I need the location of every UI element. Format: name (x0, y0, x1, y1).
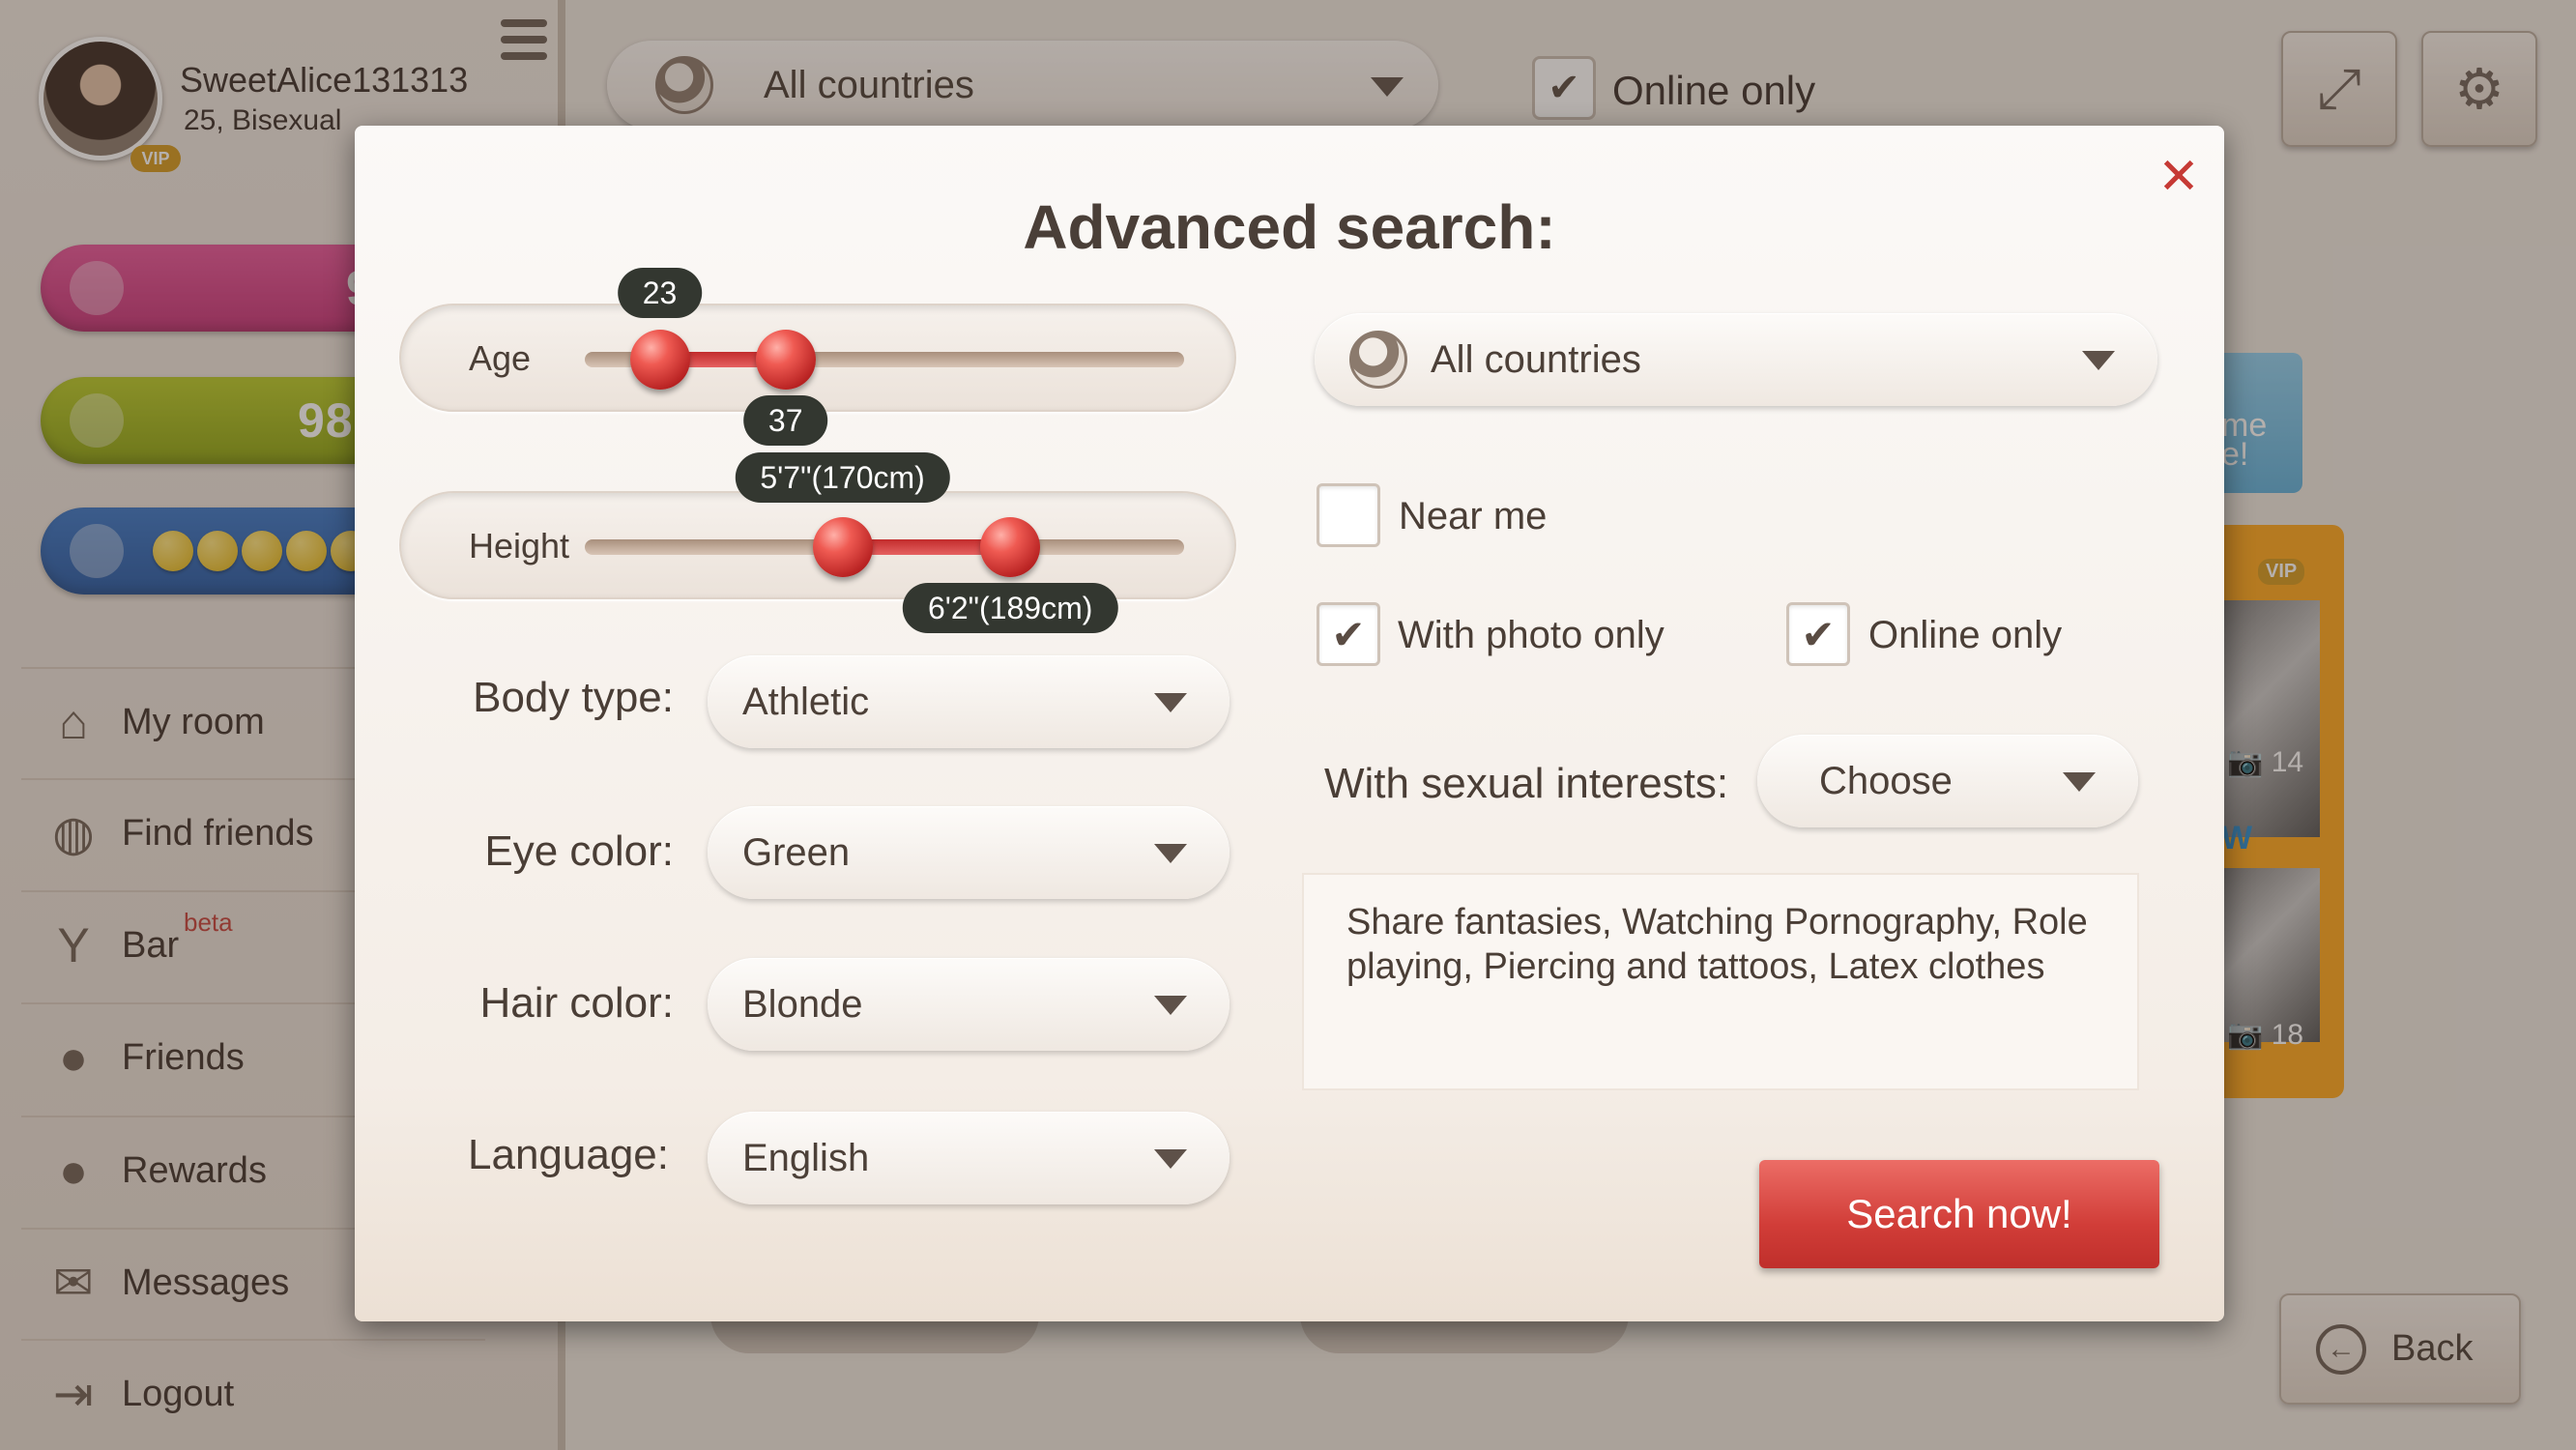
close-button[interactable]: ✕ (2153, 149, 2205, 205)
body-type-select[interactable]: Athletic (708, 655, 1230, 748)
age-max-handle[interactable] (755, 330, 816, 390)
country-select[interactable]: All countries (1315, 313, 2157, 406)
online-only-modal-label: Online only (1868, 614, 2063, 656)
advanced-search-dialog: Advanced search: ✕ Age 23 37 Height 5'7"… (355, 126, 2224, 1321)
search-now-button[interactable]: Search now! (1759, 1160, 2159, 1268)
sexual-interests-value: Choose (1819, 759, 1953, 802)
age-max-value: 37 (742, 395, 828, 446)
height-label: Height (469, 526, 570, 566)
sexual-interests-select[interactable]: Choose (1757, 735, 2138, 827)
age-slider: Age 23 37 (399, 268, 1236, 446)
language-select[interactable]: English (708, 1112, 1230, 1204)
age-track[interactable]: 23 37 (585, 268, 1184, 446)
chevron-down-icon (1154, 844, 1187, 863)
hair-color-label: Hair color: (479, 979, 675, 1027)
chevron-down-icon (1154, 996, 1187, 1015)
chevron-down-icon (2063, 772, 2096, 792)
language-value: English (742, 1136, 870, 1179)
globe-icon (1349, 331, 1407, 389)
height-min-value: 5'7"(170cm) (735, 452, 950, 503)
sexual-interests-label: With sexual interests: (1324, 760, 1729, 807)
near-me-checkbox[interactable] (1317, 483, 1380, 547)
body-type-label: Body type: (473, 674, 674, 721)
height-track[interactable]: 5'7"(170cm) 6'2"(189cm) (585, 452, 1184, 633)
height-max-handle[interactable] (980, 517, 1041, 577)
height-min-handle[interactable] (812, 517, 873, 577)
body-type-value: Athletic (742, 680, 870, 723)
with-photo-label: With photo only (1398, 614, 1664, 656)
chevron-down-icon (1154, 693, 1187, 712)
country-value: All countries (1431, 337, 1641, 381)
checkmark-icon: ✔ (1331, 611, 1366, 657)
near-me-label: Near me (1399, 495, 1548, 537)
eye-color-select[interactable]: Green (708, 806, 1230, 899)
with-photo-checkbox[interactable]: ✔ (1317, 602, 1380, 666)
hair-color-value: Blonde (742, 982, 863, 1026)
eye-color-label: Eye color: (484, 827, 674, 875)
age-label: Age (469, 338, 532, 378)
chevron-down-icon (1154, 1149, 1187, 1169)
language-label: Language: (468, 1131, 669, 1178)
age-min-value: 23 (617, 268, 703, 318)
chevron-down-icon (2082, 351, 2115, 370)
hair-color-select[interactable]: Blonde (708, 958, 1230, 1051)
dialog-title: Advanced search: (1023, 192, 1556, 262)
close-icon: ✕ (2157, 149, 2200, 205)
checkmark-icon: ✔ (1801, 611, 1836, 657)
age-min-handle[interactable] (629, 330, 690, 390)
height-max-value: 6'2"(189cm) (902, 583, 1118, 633)
online-only-modal-checkbox[interactable]: ✔ (1786, 602, 1850, 666)
selected-interests-text: Share fantasies, Watching Pornography, R… (1302, 873, 2139, 1090)
eye-color-value: Green (742, 830, 851, 874)
height-slider: Height 5'7"(170cm) 6'2"(189cm) (399, 452, 1236, 633)
